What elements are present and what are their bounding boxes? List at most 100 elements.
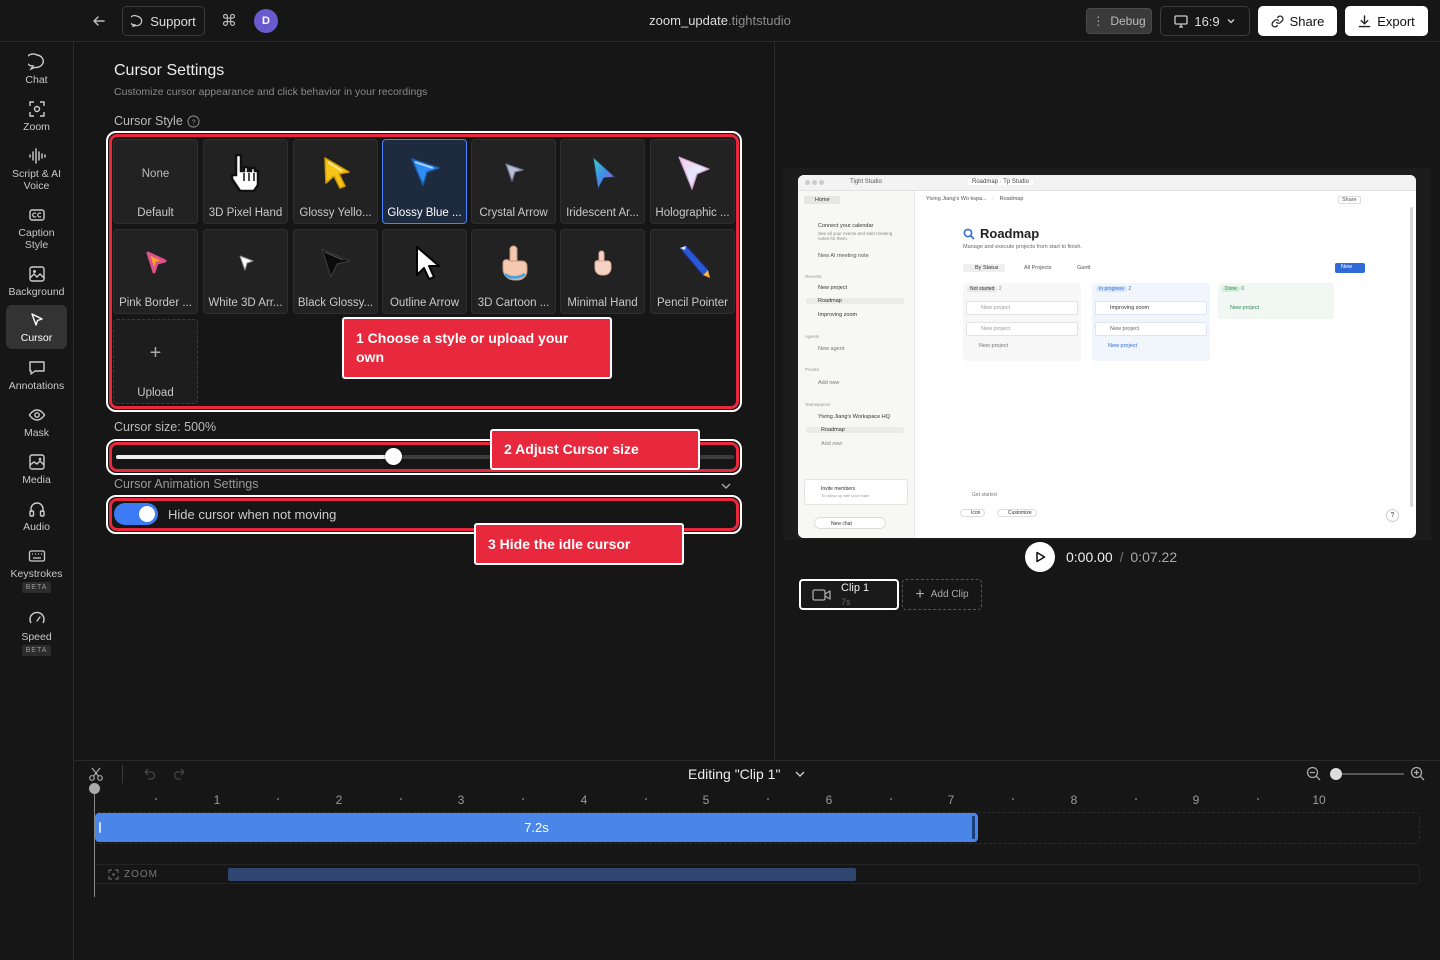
support-label: Support (150, 13, 196, 29)
sidebar-item-zoom[interactable]: Zoom (6, 97, 67, 135)
sidebar-item-cursor[interactable]: Cursor (6, 305, 67, 349)
preview-add-new: Add new (818, 380, 840, 386)
column-status-badge: Not started (967, 286, 998, 292)
preview-breadcrumb-page: Roadmap (999, 196, 1024, 202)
ruler-tick: 5 (702, 793, 710, 807)
preview-recent-item: Improving zoom (818, 312, 858, 318)
clip-1-chip[interactable]: Clip 1 7s (799, 579, 899, 610)
sidebar-item-mask[interactable]: Mask (6, 403, 67, 441)
sidebar-item-script-ai-voice[interactable]: Script & AI Voice (6, 144, 67, 194)
preview-help-button: ? (1386, 509, 1399, 522)
export-label: Export (1377, 13, 1415, 29)
add-clip-button[interactable]: + Add Clip (902, 579, 982, 610)
sidebar-item-label: Mask (23, 426, 50, 439)
video-camera-icon (812, 589, 831, 601)
preview-get-started: Get started (972, 492, 997, 498)
preview-new-chat: New chat (814, 517, 886, 529)
zoom-frame-icon (28, 100, 45, 117)
clip-name: Clip 1 (841, 582, 870, 594)
time-display: 0:00.00 / 0:07.22 (1066, 549, 1177, 565)
ruler-tick: 6 (825, 793, 833, 807)
avatar[interactable]: D (254, 9, 278, 33)
preview-home: Home (804, 196, 840, 204)
clip-right-handle[interactable] (972, 816, 975, 839)
file-extension: .tightstudio (727, 13, 791, 28)
export-button[interactable]: Export (1345, 6, 1428, 36)
play-button[interactable] (1025, 542, 1055, 572)
sidebar-item-keystrokes[interactable]: Keystrokes BETA (6, 544, 67, 596)
sidebar-item-label: Script & AI Voice (11, 167, 62, 192)
preview-breadcrumb-ws: Yiving Jiang's Wo kspa... (926, 196, 987, 202)
panel-title: Cursor Settings (114, 62, 225, 79)
avatar-letter: D (262, 15, 270, 27)
preview-new-meeting: New AI meeting note (818, 253, 869, 259)
time-separator: / (1119, 549, 1124, 565)
message-icon (131, 14, 143, 27)
sidebar-item-background[interactable]: Background (6, 262, 67, 300)
add-clip-label: Add Clip (930, 589, 969, 600)
zoom-track: ZOOM (94, 864, 1420, 884)
preview-column-name: In progress 2 (1096, 286, 1131, 292)
ruler-tick: 4 (580, 793, 588, 807)
sidebar-item-label: Chat (25, 73, 48, 86)
preview-view-by-status: By Status (963, 264, 1005, 272)
sidebar-item-audio[interactable]: Audio (6, 497, 67, 535)
preview-column-name: Done 0 (1222, 286, 1244, 292)
preview-calendar-desc: See all your events and start meeting no… (818, 231, 893, 241)
command-button[interactable]: ⌘ (216, 8, 242, 34)
aspect-ratio-select[interactable]: 16:9 (1160, 6, 1250, 36)
column-count: 2 (998, 286, 1002, 292)
file-name: zoom_update (649, 13, 728, 28)
ruler-tick: 3 (457, 793, 465, 807)
clip-segment[interactable]: 7.2s (95, 813, 978, 842)
panel-subtitle: Customize cursor appearance and click be… (114, 86, 428, 98)
preview-page-desc: Manage and execute projects from start t… (963, 244, 1082, 250)
sidebar-item-label: Audio (23, 520, 50, 533)
support-button[interactable]: Support (122, 6, 205, 36)
preview-scrollbar (1410, 207, 1413, 507)
ruler-tick: 1 (213, 793, 221, 807)
chevron-down-icon (1227, 19, 1235, 24)
preview-teamspaces-label: Teamspaces (805, 402, 831, 407)
sidebar-item-caption-style[interactable]: Caption Style (6, 203, 67, 253)
preview-view-gantt: Gantt (1077, 265, 1091, 271)
preview-titlebar: Tight Studio Roadmap · Tp Studio (798, 175, 1416, 191)
sidebar-item-speed[interactable]: Speed BETA (6, 607, 67, 659)
sidebar-item-label: Zoom (23, 120, 50, 133)
help-circle-icon[interactable]: ? (187, 114, 200, 128)
clip-left-handle[interactable] (99, 822, 101, 833)
cursor-icon (30, 312, 43, 326)
sidebar-item-chat[interactable]: Chat (6, 50, 67, 88)
sidebar-item-media[interactable]: Media (6, 450, 67, 488)
sidebar-item-label: Cursor (20, 331, 53, 344)
sidebar-item-label: Caption Style (18, 226, 55, 251)
plus-icon: + (915, 585, 925, 603)
chevron-down-icon[interactable] (720, 480, 732, 492)
preview-card: New project (966, 322, 1078, 336)
keyboard-icon (28, 550, 45, 562)
tool-sidebar: Chat Zoom Script & AI Voice Caption Styl… (0, 42, 74, 960)
preview-card: New project (966, 301, 1078, 315)
playhead-handle[interactable] (89, 783, 100, 794)
arrow-left-icon (93, 16, 105, 26)
zoom-segment[interactable] (228, 868, 856, 881)
aspect-ratio-label: 16:9 (1194, 13, 1220, 29)
sidebar-item-annotations[interactable]: Annotations (6, 356, 67, 394)
preview-teamspace-roadmap: Roadmap (806, 427, 904, 433)
debug-button[interactable]: ⋮ Debug (1086, 8, 1152, 34)
column-status-badge: Done (1222, 286, 1240, 292)
preview-invite-card: Invite members To follow up with your te… (804, 479, 908, 505)
preview-card: Improving zoom (1095, 301, 1207, 315)
preview-add-card: New project (1108, 343, 1138, 349)
ruler-half-mark (1012, 798, 1014, 800)
preview-recent-item: New project (818, 285, 848, 291)
eye-icon (28, 408, 45, 421)
video-preview[interactable]: Tight Studio Roadmap · Tp Studio Home Co… (798, 175, 1416, 538)
share-button[interactable]: Share (1258, 6, 1337, 36)
back-button[interactable] (86, 8, 112, 34)
file-title: zoom_update.tightstudio (620, 13, 820, 28)
column-count: 0 (1241, 286, 1245, 292)
preview-footer-icon: Icon (960, 509, 986, 517)
playhead[interactable] (89, 783, 100, 897)
link-icon (1271, 15, 1284, 27)
